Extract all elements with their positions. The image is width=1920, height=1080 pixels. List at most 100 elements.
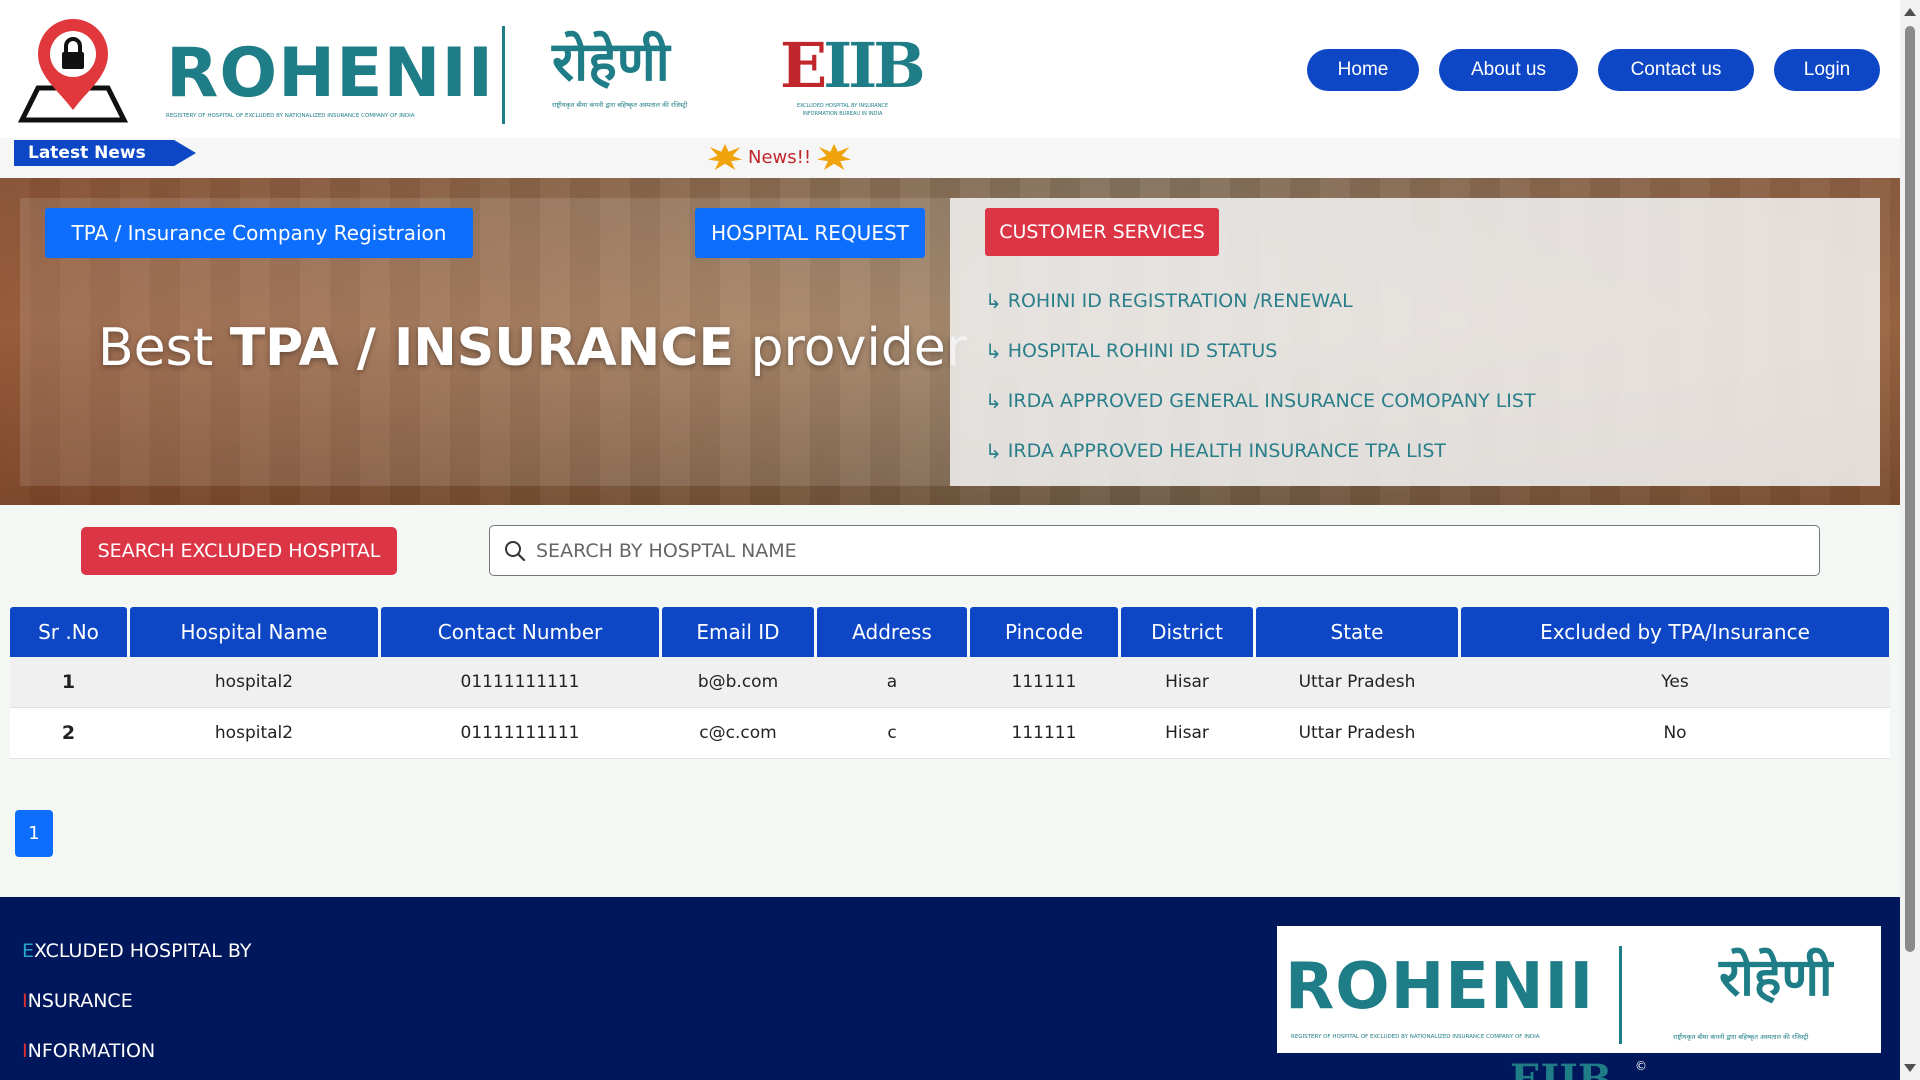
cell-address: c <box>887 723 897 743</box>
site-header: ROHENII REGISTERY OF HOSPITAL OF EXCLUDE… <box>0 0 1900 138</box>
hospital-search-box[interactable] <box>489 525 1820 576</box>
nav-about-button[interactable]: About us <box>1439 49 1578 91</box>
services-list: ↳ ROHINI ID REGISTRATION /RENEWAL ↳ HOSP… <box>985 276 1536 476</box>
eiib-logo: EIIB EXCLUDED HOSPITAL BY INSURANCE INFO… <box>780 29 926 118</box>
main-nav: Home About us Contact us Login <box>1307 49 1880 91</box>
search-icon <box>505 540 526 561</box>
cell-email-id: b@b.com <box>697 672 779 692</box>
hospital-search-input[interactable] <box>536 539 1736 562</box>
logo-tagline-hi: राष्ट्रीयकृत बीमा कंपनी द्वारा बहिष्कृत … <box>552 101 688 109</box>
scrollbar-thumb[interactable] <box>1905 26 1915 952</box>
footer-line-insurance: INSURANCE <box>22 990 133 1012</box>
hero-banner: TPA / Insurance Company Registraion HOSP… <box>0 178 1900 505</box>
page-scrollbar[interactable] <box>1900 0 1920 1080</box>
hero-title-pre: Best <box>98 318 230 378</box>
hero-title-post: provider <box>733 318 968 378</box>
service-link-label: HOSPITAL ROHINI ID STATUS <box>1007 340 1278 362</box>
column-header-sr-no: Sr .No <box>10 607 127 657</box>
cell-excluded-by: Yes <box>1661 672 1689 692</box>
search-excluded-hospital-button[interactable]: SEARCH EXCLUDED HOSPITAL <box>81 527 397 575</box>
table-header-row: Sr .No Hospital Name Contact Number Emai… <box>10 607 1890 657</box>
service-link-insurance-list[interactable]: ↳ IRDA APPROVED GENERAL INSURANCE COMOPA… <box>985 376 1536 426</box>
service-link-rohini-status[interactable]: ↳ HOSPITAL ROHINI ID STATUS <box>985 326 1536 376</box>
footer-rohenii-logo: ROHENII REGISTERY OF HOSPITAL OF EXCLUDE… <box>1277 926 1881 1053</box>
cell-state: Uttar Pradesh <box>1298 723 1416 743</box>
rohenii-hindi-logo: रोहेणी राष्ट्रीयकृत बीमा कंपनी द्वारा बह… <box>552 22 752 110</box>
column-header-district: District <box>1121 607 1253 657</box>
cell-hospital-name: hospital2 <box>214 672 294 692</box>
excluded-hospitals-table: Sr .No Hospital Name Contact Number Emai… <box>10 607 1890 759</box>
cell-sr-no: 1 <box>61 671 76 693</box>
cell-hospital-name: hospital2 <box>214 723 294 743</box>
news-item[interactable]: News!! <box>708 144 852 170</box>
service-link-label: IRDA APPROVED GENERAL INSURANCE COMOPANY… <box>1007 390 1536 412</box>
news-ticker: Latest News News!! <box>0 138 1900 178</box>
table-row: 2 hospital2 01111111111 c@c.com c 111111… <box>10 708 1890 759</box>
return-arrow-icon: ↳ <box>985 439 1002 463</box>
footer-eiib-logo: EIIB <box>1510 1056 1612 1080</box>
return-arrow-icon: ↳ <box>985 289 1002 313</box>
cell-address: a <box>886 672 898 692</box>
table-row: 1 hospital2 01111111111 b@b.com a 111111… <box>10 657 1890 708</box>
scroll-up-arrow-icon[interactable] <box>1904 8 1916 16</box>
column-header-address: Address <box>817 607 967 657</box>
footer-line-information: INFORMATION <box>22 1040 155 1062</box>
burst-icon <box>708 144 742 170</box>
eiib-logo-rest: IIB <box>823 29 925 102</box>
footer-logo-tagline-hi: राष्ट्रीयकृत बीमा कंपनी द्वारा बहिष्कृत … <box>1673 1033 1809 1041</box>
footer-line-text: NFORMATION <box>27 1040 156 1062</box>
cell-email-id: c@c.com <box>699 723 777 743</box>
footer-logo-text-en: ROHENII <box>1285 950 1595 1024</box>
cell-contact-number: 01111111111 <box>460 723 580 743</box>
customer-services-button[interactable]: CUSTOMER SERVICES <box>985 208 1219 256</box>
cell-district: Hisar <box>1165 723 1209 743</box>
service-link-label: IRDA APPROVED HEALTH INSURANCE TPA LIST <box>1007 440 1446 462</box>
location-pin-logo-icon <box>17 18 129 126</box>
nav-contact-button[interactable]: Contact us <box>1598 49 1754 91</box>
footer-logo-text-hi: रोहेणी <box>1719 947 1833 1008</box>
footer-initial: E <box>22 940 35 962</box>
eiib-logo-tagline: EXCLUDED HOSPITAL BY INSURANCE INFORMATI… <box>796 103 889 117</box>
cell-sr-no: 2 <box>61 722 76 744</box>
pagination-page-button[interactable]: 1 <box>15 810 53 857</box>
hero-title-bold: TPA / INSURANCE <box>229 318 734 378</box>
hospital-request-button[interactable]: HOSPITAL REQUEST <box>695 208 925 258</box>
site-footer: EXCLUDED HOSPITAL BY INSURANCE INFORMATI… <box>0 897 1900 1080</box>
footer-logo-tagline-en: REGISTERY OF HOSPITAL OF EXCLUDED BY NAT… <box>1291 1034 1540 1040</box>
customer-services-panel: CUSTOMER SERVICES ↳ ROHINI ID REGISTRATI… <box>950 198 1880 486</box>
copyright-symbol: © <box>1635 1059 1647 1073</box>
scroll-down-arrow-icon[interactable] <box>1904 1064 1916 1072</box>
service-link-rohini-registration[interactable]: ↳ ROHINI ID REGISTRATION /RENEWAL <box>985 276 1536 326</box>
cell-pincode: 111111 <box>1011 723 1077 743</box>
cell-district: Hisar <box>1165 672 1209 692</box>
column-header-email-id: Email ID <box>662 607 814 657</box>
footer-logo-divider <box>1619 946 1622 1044</box>
return-arrow-icon: ↳ <box>985 339 1002 363</box>
cell-excluded-by: No <box>1663 723 1687 743</box>
eiib-logo-e: E <box>780 29 827 102</box>
tpa-registration-button[interactable]: TPA / Insurance Company Registraion <box>45 208 473 258</box>
column-header-state: State <box>1256 607 1458 657</box>
latest-news-label: Latest News <box>14 140 196 166</box>
service-link-tpa-list[interactable]: ↳ IRDA APPROVED HEALTH INSURANCE TPA LIS… <box>985 426 1536 476</box>
footer-line-excluded: EXCLUDED HOSPITAL BY <box>22 940 252 962</box>
hero-title: Best TPA / INSURANCE provider <box>98 318 967 378</box>
logo-tagline-en: REGISTERY OF HOSPITAL OF EXCLUDED BY NAT… <box>166 113 415 119</box>
eiib-logo-text: EIIB <box>780 29 926 102</box>
service-link-label: ROHINI ID REGISTRATION /RENEWAL <box>1007 290 1353 312</box>
cell-contact-number: 01111111111 <box>460 672 580 692</box>
logo-divider <box>502 26 505 124</box>
column-header-excluded-by: Excluded by TPA/Insurance <box>1461 607 1889 657</box>
footer-line-text: XCLUDED HOSPITAL BY <box>34 940 252 962</box>
news-text: News!! <box>748 146 812 168</box>
cell-state: Uttar Pradesh <box>1298 672 1416 692</box>
footer-line-text: NSURANCE <box>27 990 133 1012</box>
cell-pincode: 111111 <box>1011 672 1077 692</box>
column-header-pincode: Pincode <box>970 607 1118 657</box>
burst-icon <box>817 144 852 170</box>
logo-text-en: ROHENII <box>166 34 495 113</box>
nav-login-button[interactable]: Login <box>1774 49 1880 91</box>
nav-home-button[interactable]: Home <box>1307 49 1419 91</box>
column-header-hospital-name: Hospital Name <box>130 607 378 657</box>
rohenii-logo[interactable]: ROHENII REGISTERY OF HOSPITAL OF EXCLUDE… <box>166 34 495 120</box>
